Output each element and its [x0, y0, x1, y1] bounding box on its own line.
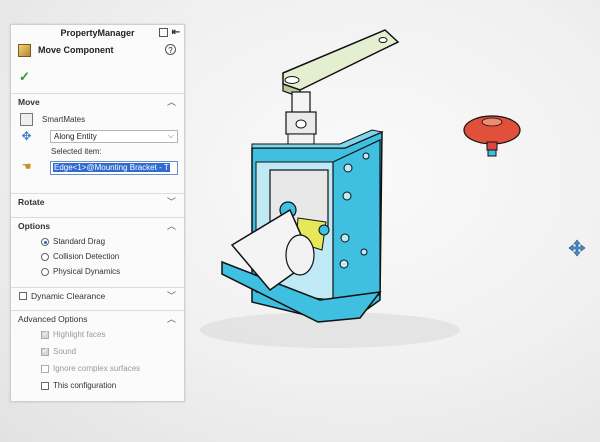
- lever-handle[interactable]: [282, 29, 400, 98]
- adv-highlight-faces[interactable]: Highlight faces: [11, 327, 184, 344]
- red-knob[interactable]: [463, 115, 521, 157]
- move-arrows-icon: ✥: [21, 129, 32, 143]
- shaft[interactable]: [285, 91, 317, 145]
- adv-label: Ignore complex surfaces: [53, 364, 141, 373]
- adv-this-configuration[interactable]: This configuration: [11, 378, 184, 395]
- chevron-up-icon[interactable]: ︿: [167, 219, 176, 232]
- options-section-header[interactable]: Options ︿: [11, 217, 184, 234]
- property-manager-panel: PropertyManager ⇤ Move Component ? ✓ Mov…: [10, 24, 185, 402]
- rotate-section-label: Rotate: [18, 197, 45, 207]
- feature-header: Move Component ?: [11, 42, 184, 60]
- advanced-options-header[interactable]: Advanced Options ︿: [11, 310, 184, 327]
- chevron-up-icon[interactable]: ︿: [167, 95, 176, 108]
- smartmates-label: SmartMates: [42, 115, 86, 124]
- dynamic-clearance-section: Dynamic Clearance ﹀: [11, 287, 184, 304]
- checkbox[interactable]: [41, 329, 49, 339]
- radio-button[interactable]: [41, 268, 49, 276]
- option-physical-dynamics[interactable]: Physical Dynamics: [11, 264, 184, 279]
- move-section-header[interactable]: Move ︿: [11, 93, 184, 110]
- split-panel-icon[interactable]: [158, 28, 168, 37]
- chevron-up-icon[interactable]: ︿: [167, 312, 176, 325]
- ok-button[interactable]: ✓: [19, 69, 30, 85]
- selected-item-label: Selected item:: [51, 147, 102, 156]
- advanced-options-section: Advanced Options ︿ Highlight faces Sound…: [11, 310, 184, 395]
- options-section: Options ︿ Standard Drag Collision Detect…: [11, 217, 184, 279]
- hand-pointer-icon: ☚: [21, 161, 32, 173]
- move-mode-row: ✥ Along Entity ⌵: [11, 128, 184, 146]
- move-cursor-icon: [568, 239, 586, 257]
- advanced-options-label: Advanced Options: [18, 314, 88, 324]
- dynamic-clearance-label: Dynamic Clearance: [31, 291, 106, 301]
- move-section-label: Move: [18, 97, 40, 107]
- option-label: Physical Dynamics: [53, 267, 121, 276]
- selected-item-row: ☚ Edge<1>@Mounting Bracket - T: [11, 158, 184, 178]
- move-mode-value: Along Entity: [54, 132, 97, 141]
- smartmates-icon[interactable]: [20, 113, 33, 126]
- move-section: Move ︿ SmartMates ✥ Along Entity ⌵ Selec…: [11, 93, 184, 178]
- selected-item-value: Edge<1>@Mounting Bracket - T: [53, 163, 170, 172]
- help-icon[interactable]: ?: [165, 44, 176, 55]
- adv-label: This configuration: [53, 381, 117, 390]
- chevron-down-icon[interactable]: ﹀: [167, 195, 176, 208]
- adv-label: Sound: [53, 347, 77, 356]
- options-section-label: Options: [18, 221, 51, 231]
- pin-icon[interactable]: ⇤: [172, 28, 180, 38]
- panel-title-bar: PropertyManager ⇤: [11, 25, 184, 42]
- dynamic-clearance-checkbox[interactable]: [19, 292, 27, 300]
- checkbox[interactable]: [41, 365, 49, 373]
- rotate-section: Rotate ﹀: [11, 193, 184, 210]
- option-standard-drag[interactable]: Standard Drag: [11, 234, 184, 249]
- option-label: Collision Detection: [53, 252, 120, 261]
- selected-item-field[interactable]: Edge<1>@Mounting Bracket - T: [50, 161, 178, 175]
- adv-sound[interactable]: Sound: [11, 344, 184, 361]
- adv-ignore-complex-surfaces[interactable]: Ignore complex surfaces: [11, 361, 184, 378]
- move-component-icon: [18, 44, 31, 57]
- move-mode-dropdown[interactable]: Along Entity ⌵: [50, 130, 178, 143]
- checkbox[interactable]: [41, 382, 49, 390]
- chevron-down-icon[interactable]: ﹀: [167, 289, 176, 302]
- feature-name: Move Component: [38, 45, 114, 55]
- panel-title: PropertyManager: [60, 28, 135, 38]
- option-collision-detection[interactable]: Collision Detection: [11, 249, 184, 264]
- radio-button[interactable]: [41, 253, 49, 261]
- checkbox[interactable]: [41, 346, 49, 356]
- chevron-down-icon[interactable]: ⌵: [168, 131, 174, 141]
- dynamic-clearance-header[interactable]: Dynamic Clearance ﹀: [11, 287, 184, 304]
- adv-label: Highlight faces: [53, 330, 106, 339]
- radio-button[interactable]: [41, 238, 49, 246]
- selected-item-label-row: Selected item:: [11, 146, 184, 158]
- option-label: Standard Drag: [53, 237, 106, 246]
- smartmates-row[interactable]: SmartMates: [11, 110, 184, 128]
- rotate-section-header[interactable]: Rotate ﹀: [11, 193, 184, 210]
